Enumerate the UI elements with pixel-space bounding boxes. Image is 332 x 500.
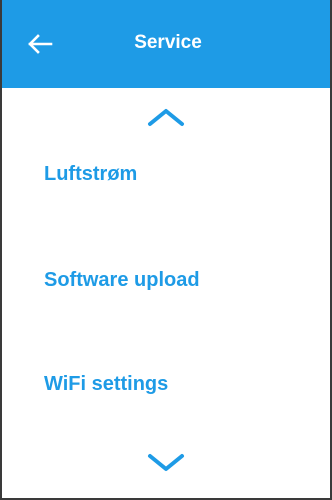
service-screen: Service Luftstrøm Software upload WiFi s… <box>0 0 332 500</box>
page-title: Service <box>134 32 202 53</box>
chevron-up-icon <box>148 109 184 126</box>
header-bar: Service <box>2 0 330 88</box>
scroll-up-button[interactable] <box>2 106 330 128</box>
menu-item-wifi-settings[interactable]: WiFi settings <box>44 371 168 397</box>
menu-item-luftstrom[interactable]: Luftstrøm <box>44 161 137 187</box>
menu-item-software-upload[interactable]: Software upload <box>44 267 200 293</box>
chevron-down-icon <box>148 454 184 471</box>
scroll-down-button[interactable] <box>2 452 330 474</box>
